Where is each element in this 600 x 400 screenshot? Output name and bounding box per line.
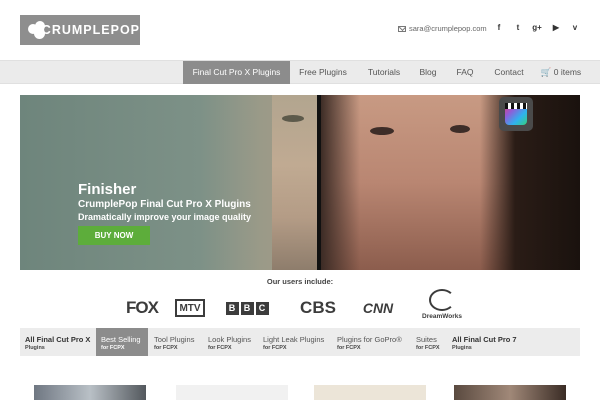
category-label: All Final Cut Pro X — [25, 335, 91, 344]
category-label: All Final Cut Pro 7 — [452, 335, 517, 344]
hero-banner[interactable]: Finisher CrumplePop Final Cut Pro X Plug… — [20, 95, 580, 270]
category-sublabel: for FCPX — [101, 345, 125, 351]
logo-text: CRUMPLEPOP — [41, 23, 140, 37]
dreamworks-moon-icon — [429, 288, 455, 311]
category-sublabel: for FCPX — [416, 345, 440, 351]
product-thumbnail[interactable] — [454, 385, 566, 400]
category-gopro[interactable]: Plugins for GoPro® for FCPX — [332, 328, 412, 356]
product-thumbnail[interactable] — [314, 385, 426, 400]
bbc-logo: BBC — [225, 299, 269, 317]
product-thumbnail[interactable] — [176, 385, 288, 400]
category-sublabel: for FCPX — [154, 345, 178, 351]
crumple-logo-icon — [28, 21, 45, 39]
category-sublabel: Plugins — [452, 345, 472, 351]
hero-subtitle: CrumplePop Final Cut Pro X Plugins — [78, 199, 251, 210]
email-text: sara@crumplepop.com — [409, 24, 487, 33]
twitter-icon[interactable]: t — [513, 23, 523, 33]
main-nav: Final Cut Pro X Plugins Free Plugins Tut… — [0, 60, 600, 84]
nav-item-blog[interactable]: Blog — [414, 61, 442, 84]
category-look-plugins[interactable]: Look Plugins for FCPX — [203, 328, 257, 356]
category-sublabel: for FCPX — [337, 345, 361, 351]
eye-after-right — [450, 125, 470, 133]
category-sublabel: for FCPX — [208, 345, 232, 351]
hero-description: Dramatically improve your image quality — [78, 212, 252, 222]
product-thumbnail[interactable] — [34, 385, 146, 400]
vimeo-icon[interactable]: v — [570, 23, 580, 33]
cart-icon: 🛒 — [540, 67, 552, 77]
eye-before — [282, 115, 304, 122]
cbs-logo: CBS — [300, 298, 336, 317]
category-all-fcp7[interactable]: All Final Cut Pro 7 Plugins — [447, 328, 527, 356]
before-after-divider[interactable] — [317, 95, 321, 270]
fox-logo: FOX — [126, 298, 159, 317]
nav-item-faq[interactable]: FAQ — [451, 61, 479, 84]
category-label: Look Plugins — [208, 335, 251, 344]
category-bar: All Final Cut Pro X Plugins Best Selling… — [20, 328, 580, 356]
envelope-icon — [398, 25, 406, 32]
hero-shadow — [320, 95, 360, 270]
category-label: Light Leak Plugins — [263, 335, 325, 344]
category-all-fcpx[interactable]: All Final Cut Pro X Plugins — [20, 328, 94, 356]
final-cut-pro-icon — [499, 97, 533, 131]
dreamworks-text: DreamWorks — [422, 312, 462, 320]
category-label: Best Selling — [101, 335, 141, 344]
facebook-icon[interactable]: f — [494, 23, 504, 33]
category-sublabel: Plugins — [25, 345, 45, 351]
cnn-logo: CNN — [362, 300, 394, 316]
youtube-icon[interactable]: ▶ — [551, 23, 561, 33]
dreamworks-logo: DreamWorks — [412, 285, 472, 323]
eye-after-left — [370, 127, 394, 135]
nav-item-contact[interactable]: Contact — [487, 61, 531, 84]
nav-cart[interactable]: 🛒 0 items — [538, 61, 584, 84]
logo[interactable]: CRUMPLEPOP — [20, 15, 140, 45]
category-label: Plugins for GoPro® — [337, 335, 402, 344]
category-light-leak[interactable]: Light Leak Plugins for FCPX — [258, 328, 332, 356]
google-plus-icon[interactable]: g+ — [532, 23, 542, 33]
buy-now-button[interactable]: BUY NOW — [78, 226, 150, 245]
contact-email[interactable]: sara@crumplepop.com — [398, 24, 487, 33]
nav-item-tutorials[interactable]: Tutorials — [360, 61, 408, 84]
users-heading: Our users include: — [266, 277, 334, 286]
category-best-selling[interactable]: Best Selling for FCPX — [96, 328, 148, 356]
cart-count: 0 items — [553, 67, 582, 77]
category-label: Tool Plugins — [154, 335, 195, 344]
nav-item-fcpx-plugins[interactable]: Final Cut Pro X Plugins — [183, 61, 290, 84]
category-suites[interactable]: Suites for FCPX — [411, 328, 447, 356]
hero-title: Finisher — [78, 181, 137, 198]
social-links: f t g+ ▶ v — [494, 23, 580, 33]
category-label: Suites — [416, 335, 437, 344]
category-tool-plugins[interactable]: Tool Plugins for FCPX — [149, 328, 203, 356]
nav-item-free-plugins[interactable]: Free Plugins — [293, 61, 353, 84]
mtv-logo: MTV — [175, 299, 205, 317]
page: CRUMPLEPOP sara@crumplepop.com f t g+ ▶ … — [0, 0, 600, 400]
category-sublabel: for FCPX — [263, 345, 287, 351]
